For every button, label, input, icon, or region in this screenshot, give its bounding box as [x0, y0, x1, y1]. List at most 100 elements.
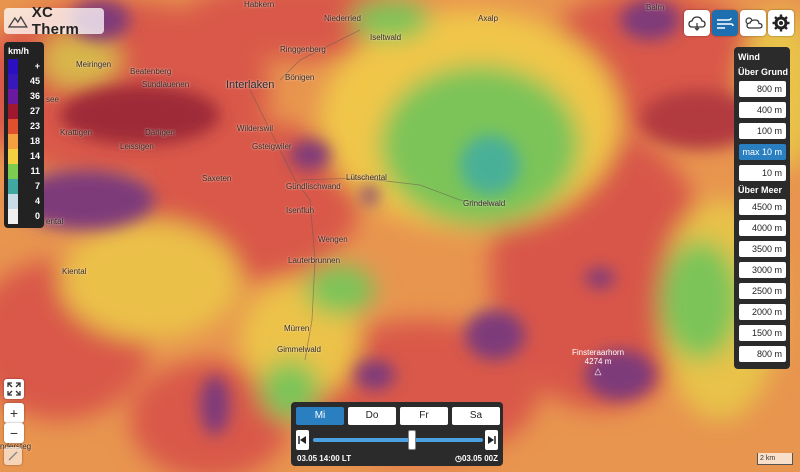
place-label: Saxeten: [202, 174, 232, 183]
legend-swatch: [8, 89, 18, 104]
altitude-sea-button[interactable]: 1500 m: [739, 325, 786, 341]
legend-row: 11: [8, 164, 40, 179]
legend-swatch: [8, 104, 18, 119]
legend-swatch: [8, 164, 18, 179]
place-label: Isenfluh: [286, 206, 315, 215]
legend-label: 0: [34, 211, 40, 221]
place-label: Gsteigwiler: [252, 142, 292, 151]
fullscreen-icon: [7, 382, 21, 396]
legend-swatch: [8, 59, 18, 74]
layer-toolbar: [684, 10, 794, 36]
altitude-sea-button[interactable]: 4500 m: [739, 199, 786, 215]
zoom-out-button[interactable]: −: [4, 423, 24, 443]
place-label: Iseltwald: [370, 33, 402, 42]
place-label: Meiringen: [76, 60, 112, 69]
place-label: Wilderswil: [237, 124, 273, 133]
day-tab[interactable]: Fr: [400, 407, 448, 425]
prev-step-button[interactable]: [296, 430, 309, 450]
place-label: Balm: [646, 3, 665, 12]
time-slider[interactable]: [313, 438, 483, 442]
place-label: Mürren: [284, 324, 310, 333]
wind-speed-legend: km/h +45 36 27 23 18 14 11 7 4 0: [4, 42, 44, 228]
legend-swatch: [8, 149, 18, 164]
fullscreen-button[interactable]: [4, 379, 24, 399]
place-label: Leissigen: [120, 142, 154, 151]
legend-swatch: [8, 194, 18, 209]
legend-label: 45: [29, 76, 40, 86]
settings-icon: [772, 14, 790, 32]
place-label: Niederried: [324, 14, 361, 23]
zoom-in-button[interactable]: +: [4, 403, 24, 423]
altitude-ground-button[interactable]: 100 m: [739, 123, 786, 139]
weather-layer-button[interactable]: [740, 10, 766, 36]
place-label: ental: [46, 217, 64, 226]
legend-unit: km/h: [8, 46, 30, 56]
place-label: Bönigen: [285, 73, 315, 82]
utc-time-label: ◷03.05 00Z: [455, 454, 498, 463]
legend-label: 11: [30, 166, 40, 176]
place-label: see: [46, 95, 59, 104]
altitude-sea-button[interactable]: 2500 m: [739, 283, 786, 299]
place-label: Lütschental: [346, 173, 387, 182]
altitude-ground-button[interactable]: 10 m: [739, 165, 786, 181]
legend-label: 27: [29, 106, 40, 116]
wind-panel-title: Wind: [738, 52, 760, 62]
altitude-sea-button[interactable]: 3500 m: [739, 241, 786, 257]
legend-label: 23: [29, 121, 40, 131]
weather-icon: [745, 17, 763, 29]
peak-elevation: 4274 m: [584, 357, 612, 366]
legend-label: 4: [34, 196, 40, 206]
altitude-sea-button[interactable]: 800 m: [739, 346, 786, 362]
time-slider-thumb[interactable]: [407, 430, 416, 450]
legend-row: 18: [8, 134, 40, 149]
altitude-ground-button[interactable]: 800 m: [739, 81, 786, 97]
settings-button[interactable]: [768, 10, 794, 36]
cloud-thermal-icon: [688, 16, 706, 31]
place-label: Habkern: [244, 0, 275, 9]
day-tab[interactable]: Mi: [296, 407, 344, 425]
time-control-panel: Mi Do Fr Sa 03.05 14:00 LT ◷03.05 00Z: [291, 402, 503, 466]
skip-back-icon: [298, 436, 306, 444]
legend-row: 14: [8, 149, 40, 164]
legend-row: 4: [8, 194, 40, 209]
altitude-ground-button[interactable]: max 10 m: [739, 144, 786, 160]
altitude-sea-button[interactable]: 3000 m: [739, 262, 786, 278]
legend-row: +: [8, 59, 40, 74]
legend-label: 36: [29, 91, 40, 101]
place-label: Grindelwald: [463, 199, 506, 208]
altitude-sea-button[interactable]: 2000 m: [739, 304, 786, 320]
legend-label: 7: [34, 181, 40, 191]
legend-swatch: [8, 179, 18, 194]
legend-row: 7: [8, 179, 40, 194]
app-title: XC Therm: [31, 4, 80, 38]
peak-triangle-icon: △: [594, 366, 602, 376]
place-label: Axalp: [478, 14, 499, 23]
legend-row: 0: [8, 209, 40, 224]
next-step-button[interactable]: [485, 430, 498, 450]
wind-layer-button[interactable]: [712, 10, 738, 36]
legend-swatch: [8, 119, 18, 134]
compass-button[interactable]: [4, 447, 22, 465]
legend-label: 14: [29, 151, 40, 161]
clock-icon: ◷: [454, 454, 462, 463]
skip-forward-icon: [488, 436, 496, 444]
peak-name: Finsteraarhorn: [572, 348, 625, 357]
legend-label: 18: [29, 136, 40, 146]
place-label: Krattigen: [60, 128, 93, 137]
utc-time-value: 03.05 00Z: [461, 454, 498, 463]
legend-row: 23: [8, 119, 40, 134]
day-tab[interactable]: Sa: [452, 407, 500, 425]
thermal-layer-button[interactable]: [684, 10, 710, 36]
legend-row: 27: [8, 104, 40, 119]
legend-row: 36: [8, 89, 40, 104]
wind-icon: [717, 17, 734, 29]
place-label: Beatenberg: [130, 67, 172, 76]
altitude-ground-button[interactable]: 400 m: [739, 102, 786, 118]
legend-label: +: [34, 61, 40, 71]
altitude-sea-button[interactable]: 4000 m: [739, 220, 786, 236]
above-ground-title: Über Grund: [738, 67, 789, 77]
app-logo[interactable]: XC Therm: [4, 4, 104, 38]
compass-icon: [8, 451, 18, 461]
day-tab[interactable]: Do: [348, 407, 396, 425]
place-label: Gimmelwald: [277, 345, 322, 354]
